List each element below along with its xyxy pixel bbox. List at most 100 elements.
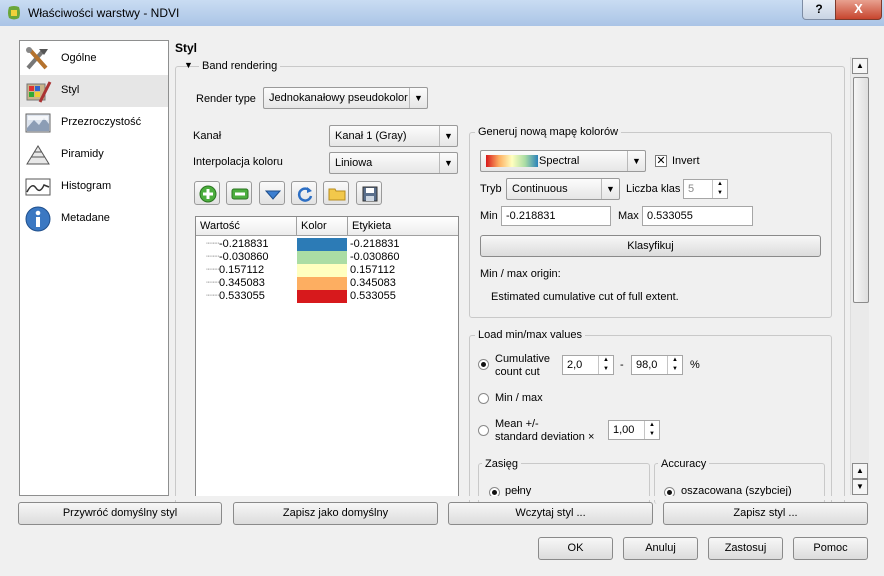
cut-high-spinbox[interactable]: 98,0 ▲ ▼ bbox=[631, 355, 683, 375]
title-bar: Właściwości warstwy - NDVI ? X bbox=[0, 0, 884, 26]
close-window-button[interactable]: X bbox=[835, 0, 882, 20]
color-swatch[interactable] bbox=[297, 290, 347, 303]
row-value: 0.345083 bbox=[219, 277, 265, 289]
color-swatch[interactable] bbox=[297, 238, 347, 251]
cumulative-cut-radio[interactable] bbox=[478, 359, 489, 370]
color-swatch[interactable] bbox=[297, 264, 347, 277]
band-select[interactable]: Kanał 1 (Gray) ▼ bbox=[329, 125, 458, 147]
table-row[interactable]: ┈┈ 0.533055 0.533055 bbox=[196, 290, 458, 303]
spin-arrows-icon[interactable]: ▲ ▼ bbox=[598, 356, 613, 374]
max-input[interactable]: 0.533055 bbox=[642, 206, 753, 226]
ok-button[interactable]: OK bbox=[538, 537, 613, 560]
histogram-icon bbox=[25, 178, 51, 196]
save-as-default-button[interactable]: Zapisz jako domyślny bbox=[233, 502, 438, 525]
cancel-button[interactable]: Anuluj bbox=[623, 537, 698, 560]
stddev-label-line1: Mean +/- bbox=[495, 418, 539, 430]
load-from-band-button[interactable] bbox=[291, 181, 317, 205]
add-class-button[interactable] bbox=[194, 181, 220, 205]
cumulative-label-line2: count cut bbox=[495, 366, 540, 378]
scroll-up-icon[interactable]: ▲ bbox=[852, 58, 868, 74]
open-file-button[interactable] bbox=[323, 181, 349, 205]
interpolation-label: Interpolacja koloru bbox=[193, 156, 283, 168]
info-icon bbox=[25, 206, 51, 232]
table-row[interactable]: ┈┈ 0.345083 0.345083 bbox=[196, 277, 458, 290]
sidebar-item-transparency[interactable]: Przezroczystość bbox=[20, 107, 168, 139]
spin-arrows-icon[interactable]: ▲ ▼ bbox=[644, 421, 659, 439]
chevron-down-icon: ▼ bbox=[601, 179, 619, 199]
help-title-button[interactable]: ? bbox=[802, 0, 836, 20]
spectral-ramp-preview bbox=[486, 155, 538, 167]
scroll-up-icon-lower[interactable]: ▲ bbox=[852, 463, 868, 479]
color-swatch[interactable] bbox=[297, 251, 347, 264]
spin-arrows-icon[interactable]: ▲ ▼ bbox=[712, 180, 727, 198]
remove-class-icon bbox=[231, 188, 249, 200]
sidebar-list: Ogólne Styl Przezroczystość Piramidy His… bbox=[19, 40, 169, 496]
accuracy-title: Accuracy bbox=[658, 458, 710, 470]
column-header-value[interactable]: Wartość bbox=[196, 217, 297, 236]
sidebar-item-label: Przezroczystość bbox=[61, 116, 142, 128]
chevron-down-icon: ▼ bbox=[409, 88, 427, 108]
stddev-radio[interactable] bbox=[478, 425, 489, 436]
classes-spinbox[interactable]: 5 ▲ ▼ bbox=[683, 179, 728, 199]
color-ramp-value: Spectral bbox=[539, 155, 580, 167]
help-button[interactable]: Pomoc bbox=[793, 537, 868, 560]
band-value: Kanał 1 (Gray) bbox=[335, 130, 407, 142]
row-label: 0.345083 bbox=[350, 277, 396, 289]
minmax-origin-label: Min / max origin: bbox=[480, 268, 561, 280]
spin-arrows-icon[interactable]: ▲ ▼ bbox=[667, 356, 682, 374]
paint-brush-icon bbox=[26, 81, 52, 103]
chevron-down-icon: ▼ bbox=[439, 153, 457, 173]
minmax-radio[interactable] bbox=[478, 393, 489, 404]
sidebar-item-metadata[interactable]: Metadane bbox=[20, 203, 168, 235]
band-rendering-title: Band rendering bbox=[199, 60, 281, 72]
transparency-icon bbox=[25, 113, 51, 133]
sidebar-item-label: Styl bbox=[61, 84, 80, 96]
invert-label: Invert bbox=[672, 155, 700, 167]
invert-checkbox[interactable]: ✕ bbox=[655, 155, 667, 167]
classify-button[interactable]: Klasyfikuj bbox=[480, 235, 821, 257]
restore-default-style-button[interactable]: Przywróć domyślny styl bbox=[18, 502, 222, 525]
row-label: 0.533055 bbox=[350, 290, 396, 302]
scroll-down-icon[interactable]: ▼ bbox=[852, 479, 868, 495]
mode-select[interactable]: Continuous ▼ bbox=[506, 178, 620, 200]
classes-label: Liczba klas bbox=[626, 183, 681, 195]
load-from-band-icon bbox=[297, 187, 313, 202]
color-ramp-select[interactable]: Spectral ▼ bbox=[480, 150, 646, 172]
stddev-value: 1,00 bbox=[613, 424, 635, 436]
scroll-thumb[interactable] bbox=[853, 77, 869, 303]
save-style-button[interactable]: Zapisz styl ... bbox=[663, 502, 868, 525]
render-type-select[interactable]: Jednokanałowy pseudokolor ▼ bbox=[263, 87, 428, 109]
apply-button[interactable]: Zastosuj bbox=[708, 537, 783, 560]
save-file-icon bbox=[362, 186, 378, 202]
row-label: -0.030860 bbox=[350, 251, 400, 263]
sidebar-item-style[interactable]: Styl bbox=[20, 75, 168, 107]
interpolation-select[interactable]: Liniowa ▼ bbox=[329, 152, 458, 174]
max-label: Max bbox=[618, 210, 639, 222]
chevron-down-icon: ▼ bbox=[439, 126, 457, 146]
vertical-scrollbar[interactable]: ▲ ▲ ▼ bbox=[850, 57, 869, 495]
minmax-label: Min / max bbox=[495, 392, 543, 404]
sidebar-item-label: Piramidy bbox=[61, 148, 104, 160]
remove-class-button[interactable] bbox=[226, 181, 252, 205]
save-file-button[interactable] bbox=[356, 181, 382, 205]
cut-low-spinbox[interactable]: 2,0 ▲ ▼ bbox=[562, 355, 614, 375]
load-minmax-title: Load min/max values bbox=[475, 329, 585, 341]
color-map-table[interactable]: Wartość Kolor Etykieta ┈┈ -0.218831 -0.2… bbox=[195, 216, 459, 498]
interpolation-value: Liniowa bbox=[335, 157, 373, 169]
row-value: -0.030860 bbox=[219, 251, 269, 263]
table-row[interactable]: ┈┈ 0.157112 0.157112 bbox=[196, 264, 458, 277]
min-input[interactable]: -0.218831 bbox=[501, 206, 611, 226]
color-swatch[interactable] bbox=[297, 277, 347, 290]
stddev-spinbox[interactable]: 1,00 ▲ ▼ bbox=[608, 420, 660, 440]
column-header-label[interactable]: Etykieta bbox=[348, 217, 458, 236]
table-row[interactable]: ┈┈ -0.030860 -0.030860 bbox=[196, 251, 458, 264]
sidebar-item-pyramids[interactable]: Piramidy bbox=[20, 139, 168, 171]
sort-button[interactable] bbox=[259, 181, 285, 205]
sidebar-item-general[interactable]: Ogólne bbox=[20, 43, 168, 75]
sidebar-item-histogram[interactable]: Histogram bbox=[20, 171, 168, 203]
band-label: Kanał bbox=[193, 130, 222, 142]
table-row[interactable]: ┈┈ -0.218831 -0.218831 bbox=[196, 238, 458, 251]
column-header-color[interactable]: Kolor bbox=[297, 217, 348, 236]
load-style-button[interactable]: Wczytaj styl ... bbox=[448, 502, 653, 525]
collapse-arrow-icon[interactable]: ▼ bbox=[184, 60, 193, 70]
